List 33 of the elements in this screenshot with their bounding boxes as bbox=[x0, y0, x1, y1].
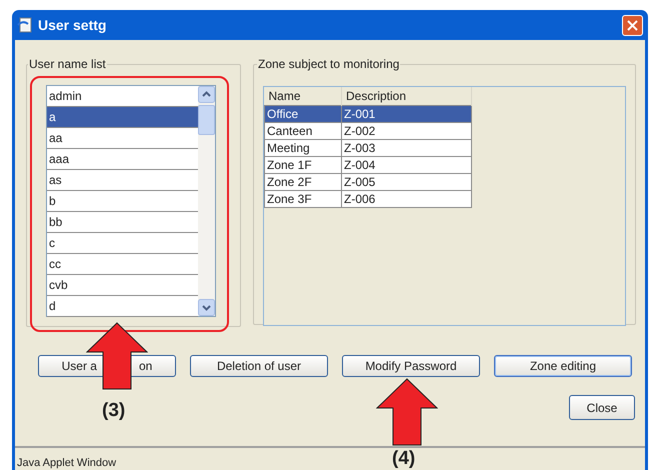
action-button[interactable]: Modify Password bbox=[342, 355, 480, 377]
action-button[interactable]: Zone editing bbox=[494, 355, 632, 377]
table-row[interactable]: Zone 1F Z-004 bbox=[264, 156, 472, 174]
table-row[interactable]: Canteen Z-002 bbox=[264, 122, 472, 140]
table-cell: Z-006 bbox=[342, 190, 472, 208]
group-title: Zone subject to monitoring bbox=[257, 56, 400, 73]
table-cell: Z-001 bbox=[342, 106, 472, 122]
table-row[interactable]: Meeting Z-003 bbox=[264, 140, 472, 156]
scrollbar[interactable] bbox=[198, 86, 215, 316]
button-label: Modify Password bbox=[365, 358, 457, 375]
annotation-label: (3) bbox=[102, 399, 126, 423]
table-row[interactable]: Zone 2F Z-005 bbox=[264, 174, 472, 190]
group-title: User name list bbox=[28, 56, 107, 73]
close-dialog-button[interactable]: Close bbox=[569, 395, 635, 420]
table-row[interactable]: Office Z-001 bbox=[264, 106, 472, 122]
document-icon bbox=[17, 17, 33, 33]
button-label: on bbox=[138, 358, 152, 375]
annotation-label: (4) bbox=[392, 448, 416, 470]
action-button[interactable]: Deletion of user bbox=[190, 355, 328, 377]
close-button[interactable] bbox=[622, 14, 643, 36]
button-label: Deletion of user bbox=[216, 358, 302, 375]
table-row[interactable]: Zone 3F Z-006 bbox=[264, 190, 472, 208]
up-arrow bbox=[376, 378, 438, 446]
button-label: User a bbox=[62, 358, 97, 375]
column-header[interactable]: Name bbox=[264, 87, 342, 106]
scroll-thumb[interactable] bbox=[198, 105, 215, 135]
close-icon bbox=[627, 20, 638, 30]
button-label: Zone editing bbox=[530, 358, 596, 375]
table-cell: Office bbox=[264, 106, 342, 122]
window-title: User settg bbox=[38, 16, 106, 35]
table-cell: Zone 3F bbox=[264, 190, 342, 208]
list-item[interactable]: a bbox=[47, 107, 198, 128]
column-header[interactable]: Description bbox=[342, 87, 472, 106]
